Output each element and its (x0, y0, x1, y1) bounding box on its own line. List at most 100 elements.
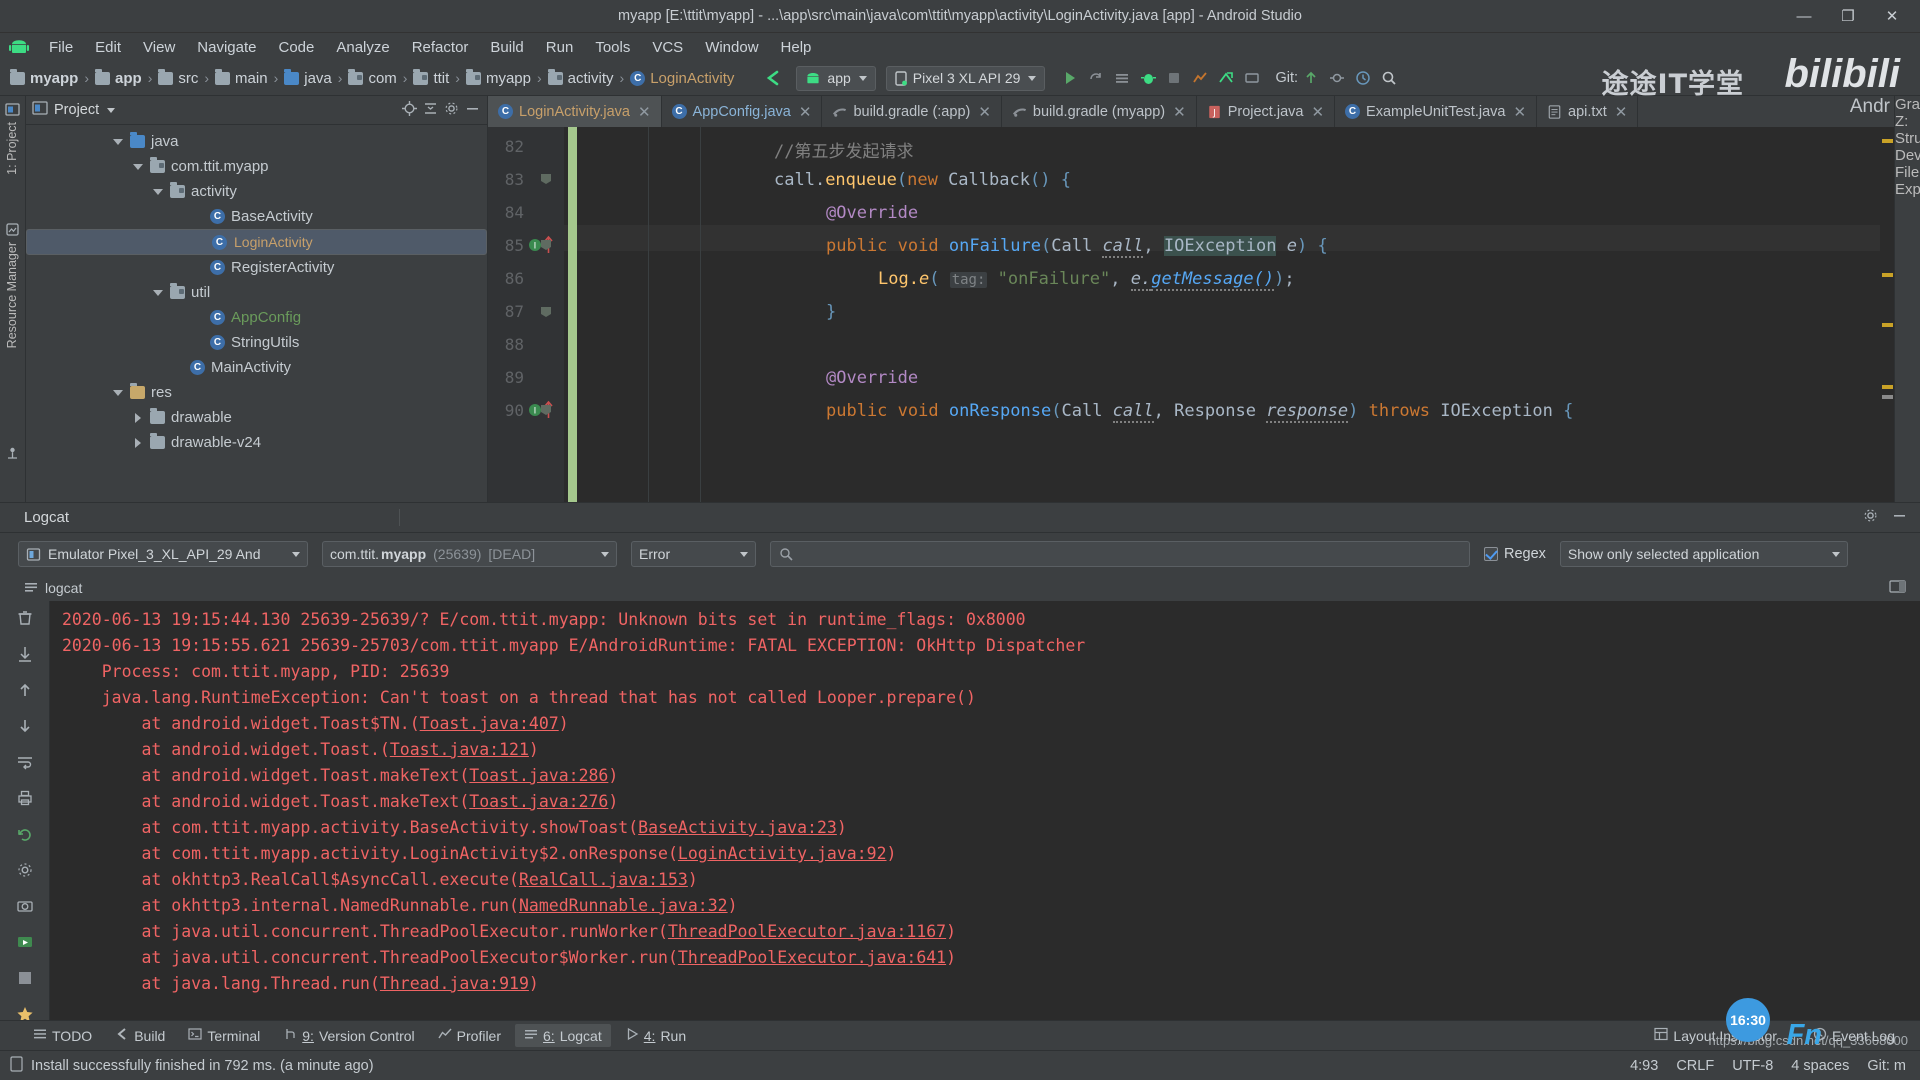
breadcrumb-item-myapp[interactable]: myapp (6, 68, 82, 89)
stacktrace-link[interactable]: BaseActivity.java:23 (638, 818, 837, 837)
sdk-manager-button[interactable] (1239, 65, 1265, 91)
breadcrumb-item-main[interactable]: main (211, 68, 272, 89)
tree-item-drawable[interactable]: drawable (26, 405, 487, 430)
editor-tab-build-gradle-app-[interactable]: build.gradle (:app) ✕ (822, 96, 1002, 127)
logcat-line[interactable]: at android.widget.Toast$TN.(Toast.java:4… (62, 711, 1920, 737)
logcat-line[interactable]: at java.lang.Thread.run(Thread.java:919) (62, 971, 1920, 997)
chevron-down-icon[interactable] (107, 107, 116, 113)
tree-item-registeractivity[interactable]: C RegisterActivity (26, 255, 487, 280)
rail-item-resource-manager[interactable]: Resource Manager (5, 242, 19, 348)
scroll-to-end-icon[interactable] (16, 645, 34, 667)
tree-item-activity[interactable]: activity (26, 179, 487, 204)
logcat-line[interactable]: at okhttp3.internal.NamedRunnable.run(Na… (62, 893, 1920, 919)
close-icon[interactable]: ✕ (978, 103, 991, 121)
logcat-line[interactable]: 2020-06-13 19:15:44.130 25639-25639/? E/… (62, 607, 1920, 633)
tree-item-loginactivity[interactable]: C LoginActivity (26, 229, 487, 255)
logcat-line[interactable]: 2020-06-13 19:15:55.621 25639-25703/com.… (62, 633, 1920, 659)
breadcrumb-item-java[interactable]: java (280, 68, 336, 89)
fold-marker-icon[interactable] (540, 238, 552, 250)
close-icon[interactable]: ✕ (638, 103, 651, 121)
tool-button-profiler[interactable]: Profiler (429, 1024, 510, 1047)
locate-file-button[interactable] (401, 100, 418, 121)
tool-button-version-control[interactable]: 9: Version Control (274, 1024, 423, 1047)
logcat-settings-gear-icon[interactable] (1862, 507, 1879, 528)
chevron-down-icon[interactable] (112, 387, 124, 399)
editor-tabs[interactable]: C LoginActivity.java ✕ C AppConfig.java ✕ buil… (488, 96, 1894, 127)
git-history-button[interactable] (1350, 65, 1376, 91)
up-stack-trace-icon[interactable] (16, 681, 34, 703)
logcat-line[interactable]: at android.widget.Toast.makeText(Toast.j… (62, 763, 1920, 789)
logcat-line[interactable]: at okhttp3.RealCall$AsyncCall.execute(Re… (62, 867, 1920, 893)
tree-item-java[interactable]: java (26, 129, 487, 154)
breadcrumb-item-ttit[interactable]: ttit (409, 68, 453, 89)
menu-refactor[interactable]: Refactor (401, 36, 480, 59)
tool-button-logcat[interactable]: 6: Logcat (515, 1024, 611, 1047)
git-commit-button[interactable] (1324, 65, 1350, 91)
tree-item-stringutils[interactable]: C StringUtils (26, 330, 487, 355)
apply-code-changes-button[interactable] (1109, 65, 1135, 91)
scope-filter-select[interactable]: Show only selected application (1559, 541, 1848, 567)
logcat-settings-icon[interactable] (16, 861, 34, 883)
tree-item-res[interactable]: res (26, 380, 487, 405)
logcat-search-input[interactable] (770, 541, 1470, 567)
avd-manager-button[interactable] (1213, 65, 1239, 91)
soft-wrap-lines-icon[interactable] (16, 753, 34, 775)
run-configuration-selector[interactable]: app (796, 65, 876, 91)
tree-item-mainactivity[interactable]: C MainActivity (26, 355, 487, 380)
tool-button-terminal[interactable]: Terminal (179, 1024, 269, 1047)
indent-setting[interactable]: 4 spaces (1791, 1058, 1849, 1074)
tree-item-appconfig[interactable]: C AppConfig (26, 305, 487, 330)
logcat-line[interactable]: java.lang.RuntimeException: Can't toast … (62, 685, 1920, 711)
stacktrace-link[interactable]: LoginActivity.java:92 (678, 844, 887, 863)
file-encoding[interactable]: UTF-8 (1732, 1058, 1773, 1074)
menu-tools[interactable]: Tools (584, 36, 641, 59)
tree-item-com-ttit-myapp[interactable]: com.ttit.myapp (26, 154, 487, 179)
editor-tab-api-txt[interactable]: api.txt ✕ (1537, 96, 1639, 127)
breadcrumb-item-loginactivity[interactable]: C LoginActivity (626, 68, 738, 89)
menu-run[interactable]: Run (535, 36, 585, 59)
tool-button-run[interactable]: 4: Run (616, 1024, 695, 1047)
menu-window[interactable]: Window (694, 36, 769, 59)
rail-item-device-file-explorer[interactable]: Device File Explorer (1895, 147, 1920, 198)
process-filter-select[interactable]: com.ttit. myapp (25639) [DEAD] (322, 541, 617, 567)
menu-navigate[interactable]: Navigate (186, 36, 267, 59)
stacktrace-link[interactable]: ThreadPoolExecutor.java:1167 (668, 922, 946, 941)
git-branch[interactable]: Git: m (1867, 1058, 1906, 1074)
down-stack-trace-icon[interactable] (16, 717, 34, 739)
hide-panel-button[interactable] (464, 100, 481, 121)
menu-build[interactable]: Build (479, 36, 534, 59)
chevron-right-icon[interactable] (132, 437, 144, 449)
logcat-text[interactable]: 2020-06-13 19:15:44.130 25639-25639/? E/… (50, 601, 1920, 1020)
screen-record-icon[interactable] (16, 933, 34, 955)
apply-changes-button[interactable] (1083, 65, 1109, 91)
editor-tab-project-java[interactable]: J Project.java ✕ (1197, 96, 1336, 127)
tree-item-util[interactable]: util (26, 280, 487, 305)
logcat-line[interactable]: Process: com.ttit.myapp, PID: 25639 (62, 659, 1920, 685)
minimize-button[interactable]: — (1782, 1, 1826, 31)
soft-wrap-button[interactable] (1889, 579, 1920, 597)
logcat-hide-button[interactable] (1891, 507, 1908, 528)
collapse-all-button[interactable] (422, 100, 439, 121)
editor-tab-loginactivity-java[interactable]: C LoginActivity.java ✕ (488, 96, 662, 127)
close-icon[interactable]: ✕ (1311, 103, 1324, 121)
stacktrace-link[interactable]: Toast.java:407 (420, 714, 559, 733)
regex-checkbox[interactable]: Regex (1484, 546, 1546, 562)
clear-logcat-icon[interactable] (16, 609, 34, 631)
tool-button-build[interactable]: Build (106, 1024, 174, 1047)
chevron-down-icon[interactable] (132, 161, 144, 173)
fold-marker-icon[interactable] (540, 403, 552, 415)
menu-file[interactable]: File (38, 36, 84, 59)
tree-item-drawable-v24[interactable]: drawable-v24 (26, 430, 487, 455)
editor-tab-exampleunittest-java[interactable]: C ExampleUnitTest.java ✕ (1335, 96, 1538, 127)
close-button[interactable]: ✕ (1870, 1, 1914, 31)
run-button[interactable] (1057, 65, 1083, 91)
logcat-line[interactable]: at java.util.concurrent.ThreadPoolExecut… (62, 945, 1920, 971)
stacktrace-link[interactable]: Thread.java:919 (380, 974, 529, 993)
logcat-line[interactable]: at android.widget.Toast.(Toast.java:121) (62, 737, 1920, 763)
chevron-right-icon[interactable] (132, 412, 144, 424)
logcat-output-area[interactable]: 2020-06-13 19:15:44.130 25639-25639/? E/… (0, 601, 1920, 1020)
rail-item-structure[interactable]: Z: Structure (1895, 113, 1920, 147)
menu-code[interactable]: Code (267, 36, 325, 59)
breadcrumb-item-com[interactable]: com (344, 68, 400, 89)
breadcrumb-item-app[interactable]: app (91, 68, 146, 89)
